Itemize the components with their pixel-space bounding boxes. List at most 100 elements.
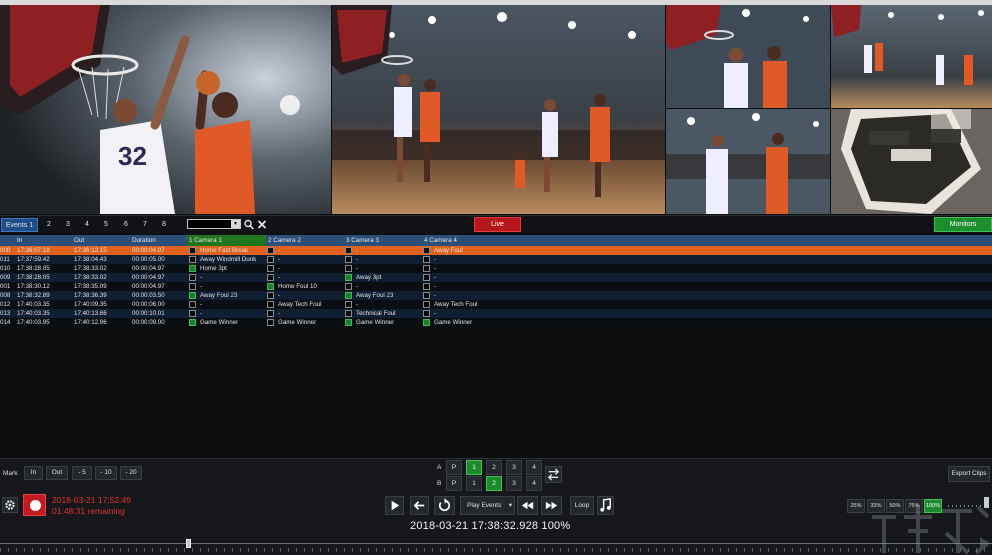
tab-4[interactable]: 4 (81, 218, 93, 232)
loop-button[interactable]: Loop (570, 496, 594, 515)
chevron-down-icon[interactable]: ▾ (509, 497, 512, 514)
tab-8[interactable]: 8 (158, 218, 170, 232)
audio-button[interactable] (597, 496, 614, 515)
camera-view-5[interactable] (666, 109, 830, 214)
channel-b-2-button[interactable]: 2 (486, 476, 502, 491)
channel-a-1-button[interactable]: 1 (466, 460, 482, 475)
camera-2-checkbox[interactable] (267, 247, 274, 254)
table-row[interactable]: 014 17:40:03.95 17:40:12.96 00:00:09.00 Game… (0, 318, 992, 327)
minus-10-button[interactable]: - 10 (95, 466, 117, 480)
tab-3[interactable]: 3 (62, 218, 74, 232)
column-header-camera-4[interactable]: 4 Camera 4 (424, 235, 457, 246)
camera-4-checkbox[interactable] (423, 283, 430, 290)
swap-channels-button[interactable] (545, 466, 562, 483)
camera-2-checkbox[interactable] (267, 292, 274, 299)
camera-3-checkbox[interactable] (345, 292, 352, 299)
mark-in-button[interactable]: In (24, 466, 43, 480)
camera-3-checkbox[interactable] (345, 310, 352, 317)
timeline-scrubber[interactable] (0, 539, 992, 548)
channel-a-4-button[interactable]: 4 (526, 460, 542, 475)
camera-2-checkbox[interactable] (267, 319, 274, 326)
channel-a-3-button[interactable]: 3 (506, 460, 522, 475)
tab-events-1[interactable]: Events 1 (1, 218, 38, 232)
camera-1-checkbox[interactable] (189, 310, 196, 317)
camera-3-checkbox[interactable] (345, 265, 352, 272)
preview-b-button[interactable]: P (446, 476, 462, 491)
replay-button[interactable] (434, 496, 455, 515)
table-row[interactable]: 012 17:40:03.35 17:40:09.35 00:00:06.00 - Awa… (0, 300, 992, 309)
play-events-button[interactable]: Play Events ▾ (460, 496, 515, 515)
table-row[interactable]: 001 17:38:30.12 17:38:35.09 00:00:04.97 - Hom… (0, 282, 992, 291)
monitors-button[interactable]: Monitors (934, 217, 992, 232)
camera-4-checkbox[interactable] (423, 319, 430, 326)
chevron-down-icon[interactable]: ▾ (231, 220, 240, 228)
channel-a-2-button[interactable]: 2 (486, 460, 502, 475)
camera-4-checkbox[interactable] (423, 274, 430, 281)
column-header-camera-2[interactable]: 2 Camera 2 (268, 235, 301, 246)
speed-25-button[interactable]: 25% (847, 499, 865, 513)
camera-view-4[interactable] (831, 5, 992, 108)
minus-5-button[interactable]: - 5 (72, 466, 92, 480)
close-icon[interactable] (257, 219, 267, 230)
camera-1-checkbox[interactable] (189, 301, 196, 308)
live-button[interactable]: Live (474, 217, 521, 232)
camera-3-checkbox[interactable] (345, 247, 352, 254)
column-header-camera-3[interactable]: 3 Camera 3 (346, 235, 379, 246)
camera-2-checkbox[interactable] (267, 256, 274, 263)
column-header-duration[interactable]: Duration (132, 235, 156, 246)
tab-7[interactable]: 7 (139, 218, 151, 232)
previous-event-button[interactable] (517, 496, 538, 515)
play-button[interactable] (385, 496, 404, 515)
camera-2-checkbox[interactable] (267, 301, 274, 308)
table-row[interactable]: 009 17:38:28.05 17:38:33.02 00:00:04.97 - - Aw… (0, 273, 992, 282)
camera-view-6[interactable] (831, 109, 992, 214)
camera-view-3[interactable] (666, 5, 830, 108)
timeline-track[interactable] (0, 543, 992, 544)
camera-view-2[interactable] (332, 5, 665, 214)
camera-4-checkbox[interactable] (423, 310, 430, 317)
channel-b-3-button[interactable]: 3 (506, 476, 522, 491)
camera-3-checkbox[interactable] (345, 256, 352, 263)
timeline-playhead[interactable] (186, 539, 191, 548)
camera-4-checkbox[interactable] (423, 292, 430, 299)
camera-3-checkbox[interactable] (345, 274, 352, 281)
step-back-button[interactable] (410, 496, 429, 515)
camera-view-1[interactable]: 32 (0, 5, 331, 214)
minus-20-button[interactable]: - 20 (120, 466, 142, 480)
tab-6[interactable]: 6 (120, 218, 132, 232)
table-row[interactable]: 011 17:37:59.42 17:38:04.43 00:00:05.00 Away… (0, 255, 992, 264)
camera-4-checkbox[interactable] (423, 301, 430, 308)
table-row[interactable]: 013 17:40:03.35 17:40:13.66 00:00:10.01 - - Te… (0, 309, 992, 318)
tab-2[interactable]: 2 (43, 218, 55, 232)
search-input[interactable]: ▾ (187, 219, 241, 229)
table-row[interactable]: 010 17:38:28.05 17:38:33.02 00:00:04.97 Home… (0, 264, 992, 273)
camera-4-checkbox[interactable] (423, 256, 430, 263)
camera-4-checkbox[interactable] (423, 247, 430, 254)
camera-1-checkbox[interactable] (189, 319, 196, 326)
next-event-button[interactable] (541, 496, 562, 515)
camera-3-checkbox[interactable] (345, 301, 352, 308)
channel-b-1-button[interactable]: 1 (466, 476, 482, 491)
export-clips-button[interactable]: Export Clips (948, 466, 990, 482)
preview-a-button[interactable]: P (446, 460, 462, 475)
search-icon[interactable] (244, 219, 254, 230)
mark-out-button[interactable]: Out (46, 466, 68, 480)
column-header-out[interactable]: Out (74, 235, 84, 246)
camera-1-checkbox[interactable] (189, 274, 196, 281)
table-row[interactable]: 000 17:36:07.18 17:36:12.15 00:00:04.97 Home… (0, 246, 992, 255)
settings-button[interactable] (2, 497, 18, 513)
camera-4-checkbox[interactable] (423, 265, 430, 272)
camera-2-checkbox[interactable] (267, 310, 274, 317)
record-button[interactable] (23, 494, 46, 516)
camera-1-checkbox[interactable] (189, 247, 196, 254)
camera-1-checkbox[interactable] (189, 256, 196, 263)
column-header-camera-1[interactable]: 1 Camera 1 (189, 235, 222, 246)
column-header-in[interactable]: In (17, 235, 22, 246)
camera-3-checkbox[interactable] (345, 283, 352, 290)
camera-1-checkbox[interactable] (189, 265, 196, 272)
tab-5[interactable]: 5 (100, 218, 112, 232)
camera-2-checkbox[interactable] (267, 265, 274, 272)
camera-3-checkbox[interactable] (345, 319, 352, 326)
camera-1-checkbox[interactable] (189, 283, 196, 290)
camera-1-checkbox[interactable] (189, 292, 196, 299)
